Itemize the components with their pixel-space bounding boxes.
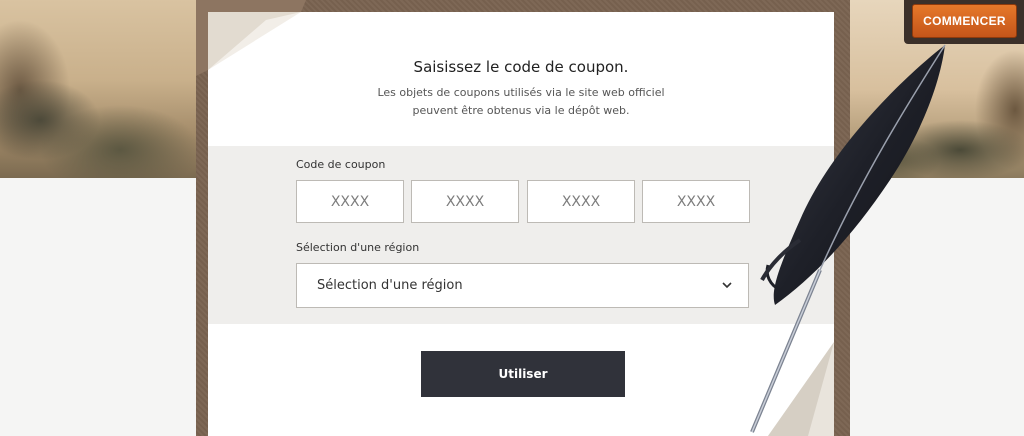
use-coupon-button[interactable]: Utiliser <box>421 351 625 397</box>
region-select[interactable]: Sélection d'une région <box>296 263 749 308</box>
coupon-code-field-3[interactable] <box>527 180 635 223</box>
start-button-container: COMMENCER <box>904 0 1024 44</box>
coupon-code-field-1[interactable] <box>296 180 404 223</box>
coupon-code-label: Code de coupon <box>296 158 386 171</box>
start-button[interactable]: COMMENCER <box>912 4 1017 38</box>
region-label: Sélection d'une région <box>296 241 420 254</box>
coupon-code-field-2[interactable] <box>411 180 519 223</box>
coupon-subtitle: Les objets de coupons utilisés via le si… <box>377 86 665 117</box>
background-scenery-left <box>0 0 196 178</box>
quill-feather-icon <box>750 44 946 433</box>
coupon-code-field-4[interactable] <box>642 180 750 223</box>
chevron-down-icon <box>722 282 732 289</box>
corner-fold-decoration <box>196 0 306 76</box>
region-select-value: Sélection d'une région <box>317 278 463 293</box>
